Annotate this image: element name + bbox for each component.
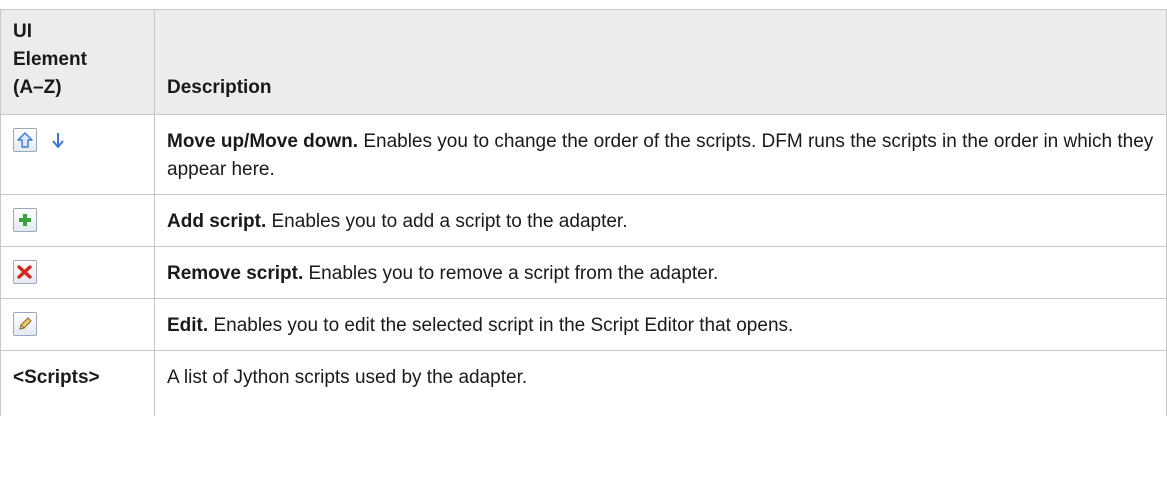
header-description: Description xyxy=(154,9,1167,115)
description-cell: Add script. Enables you to add a script … xyxy=(154,194,1167,247)
move-up-icon xyxy=(13,127,37,152)
edit-pencil-icon xyxy=(13,311,37,336)
description-cell: A list of Jython scripts used by the ada… xyxy=(154,350,1167,416)
element-cell xyxy=(0,246,155,299)
description-text: Enables you to add a script to the adapt… xyxy=(266,211,628,232)
element-cell: <Scripts> xyxy=(0,350,155,416)
description-title: Add script. xyxy=(167,211,267,232)
table-row: Remove script. Enables you to remove a s… xyxy=(0,246,1167,299)
header-ui-element-line1: UI xyxy=(13,21,32,42)
ui-elements-table: UI Element (A–Z) Description Move up/Mov… xyxy=(0,9,1167,416)
description-title: Edit. xyxy=(167,315,209,336)
add-icon xyxy=(13,207,37,232)
move-down-icon xyxy=(47,128,69,152)
header-ui-element-line2: Element xyxy=(13,49,87,70)
description-text: Enables you to edit the selected script … xyxy=(208,315,794,336)
description-text: Enables you to remove a script from the … xyxy=(303,263,719,284)
remove-icon xyxy=(13,259,37,284)
header-ui-element: UI Element (A–Z) xyxy=(0,9,155,115)
header-ui-element-line3: (A–Z) xyxy=(13,77,62,98)
description-title: Move up/Move down. xyxy=(167,131,359,152)
description-cell: Move up/Move down. Enables you to change… xyxy=(154,114,1167,195)
table-header-row: UI Element (A–Z) Description xyxy=(0,9,1167,115)
table-row: <Scripts> A list of Jython scripts used … xyxy=(0,350,1167,416)
description-cell: Remove script. Enables you to remove a s… xyxy=(154,246,1167,299)
element-cell xyxy=(0,298,155,351)
element-cell xyxy=(0,114,155,195)
description-title: Remove script. xyxy=(167,263,304,284)
element-cell xyxy=(0,194,155,247)
table-row: Add script. Enables you to add a script … xyxy=(0,194,1167,247)
table-row: Edit. Enables you to edit the selected s… xyxy=(0,298,1167,351)
table-row: Move up/Move down. Enables you to change… xyxy=(0,114,1167,195)
description-cell: Edit. Enables you to edit the selected s… xyxy=(154,298,1167,351)
